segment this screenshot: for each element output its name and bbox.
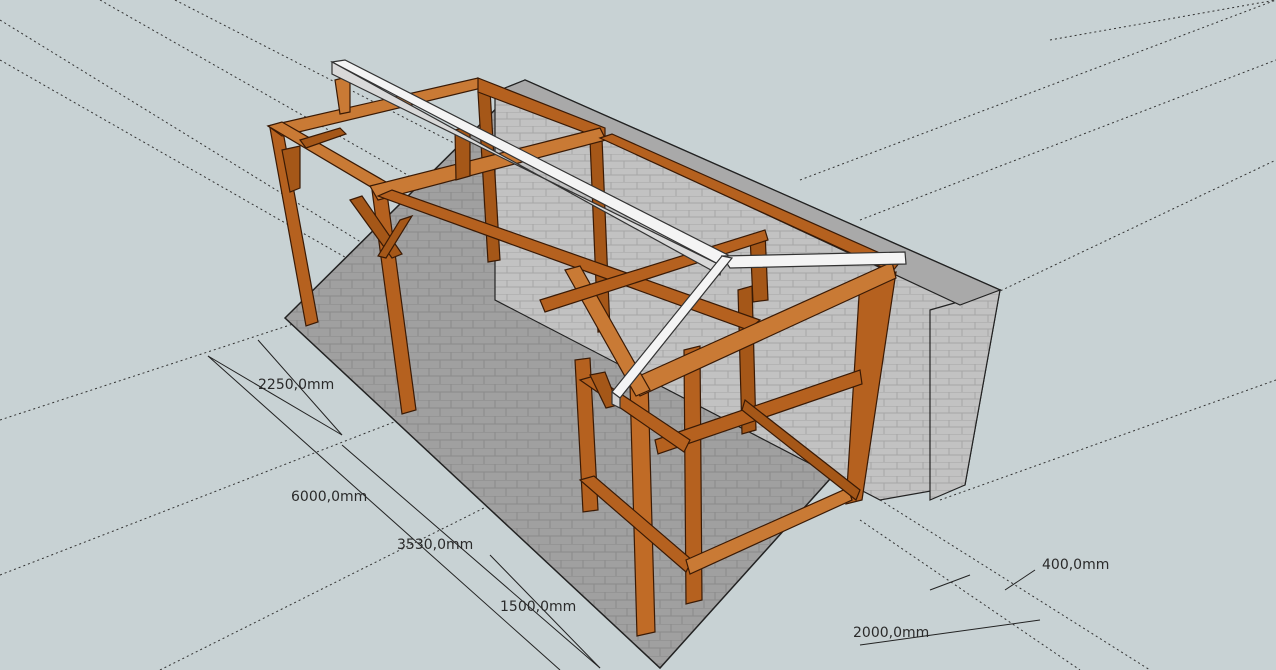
dimension-2250: 2250,0mm (258, 377, 334, 393)
dimension-2000: 2000,0mm (853, 625, 929, 641)
dimension-1500: 1500,0mm (500, 599, 576, 615)
block-wall-end (929, 289, 1001, 501)
dimension-3530: 3530,0mm (397, 537, 473, 553)
3d-model-viewport[interactable]: 2250,0mm 6000,0mm 3530,0mm 1500,0mm 2000… (0, 0, 1276, 670)
dimension-400: 400,0mm (1042, 557, 1109, 573)
dimension-6000: 6000,0mm (291, 489, 367, 505)
